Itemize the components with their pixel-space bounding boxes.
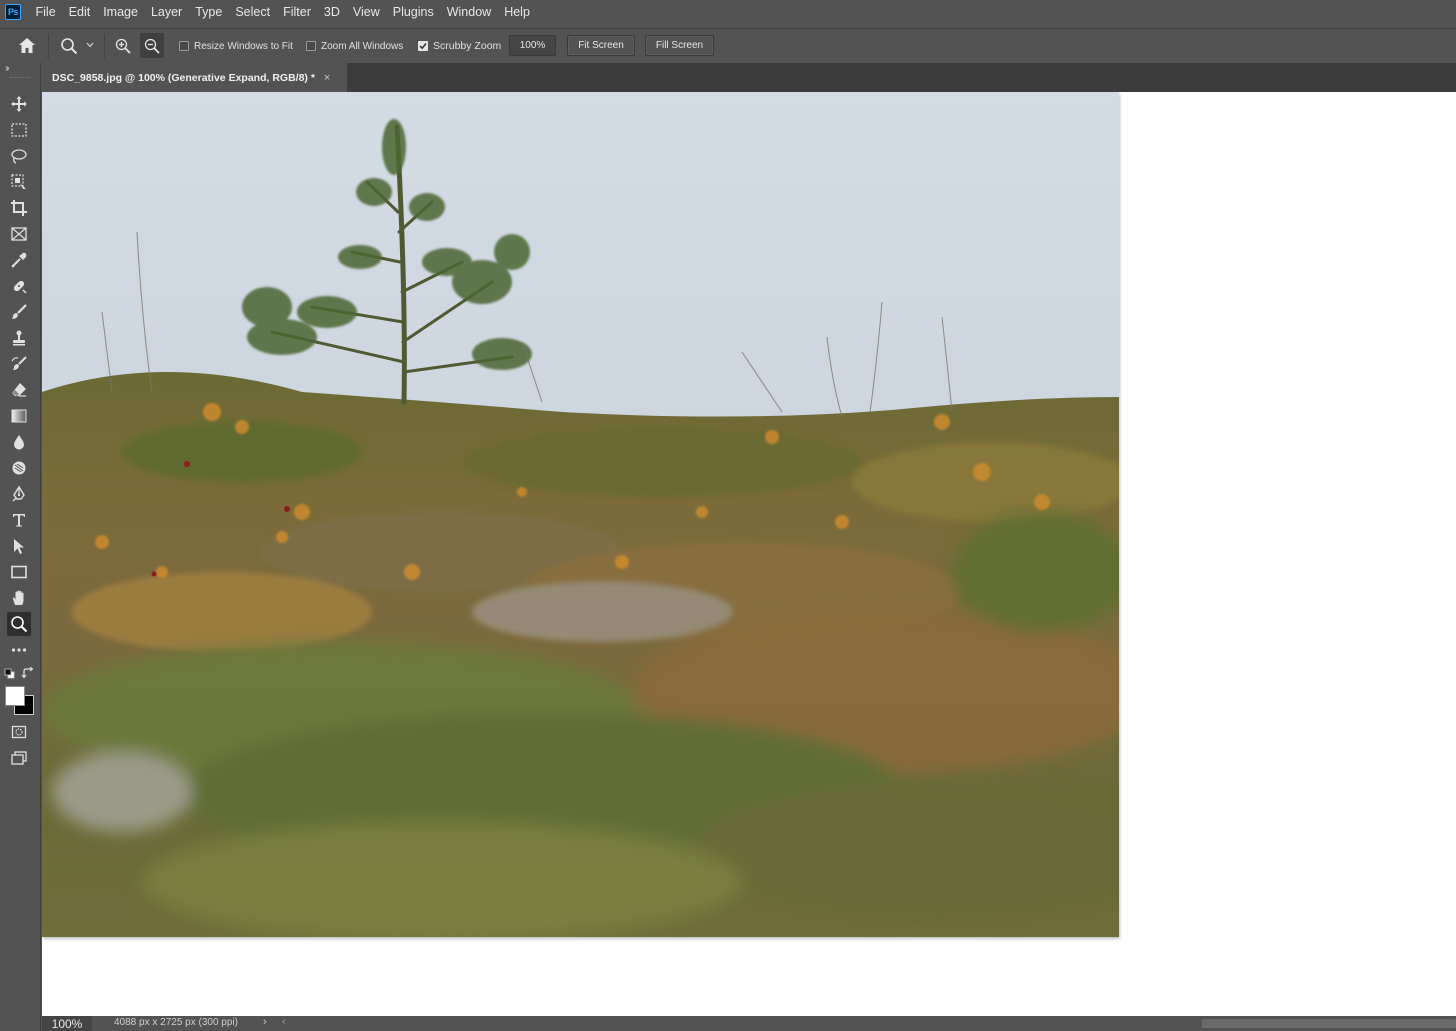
- horizontal-scrollbar[interactable]: [1202, 1019, 1456, 1028]
- swap-colors-icon[interactable]: [21, 666, 34, 682]
- divider: [104, 34, 105, 58]
- zoom-tool-preset-icon[interactable]: [60, 37, 78, 55]
- menu-layer[interactable]: Layer: [144, 0, 188, 24]
- zoom-icon[interactable]: [7, 612, 31, 636]
- quick-mask-icon[interactable]: [7, 720, 31, 744]
- fill-screen-button[interactable]: Fill Screen: [645, 35, 714, 56]
- zoom-all-windows-label: Zoom All Windows: [321, 40, 404, 52]
- fit-screen-button[interactable]: Fit Screen: [567, 35, 635, 56]
- checkmark-icon: [419, 43, 427, 50]
- crop-icon[interactable]: [7, 196, 31, 220]
- screen-mode-icon[interactable]: [7, 746, 31, 770]
- hand-icon[interactable]: [7, 586, 31, 610]
- checkbox-checked[interactable]: [418, 41, 428, 51]
- checkbox-box[interactable]: [179, 41, 189, 51]
- scrubby-zoom-label: Scrubby Zoom: [433, 40, 502, 52]
- dodge-icon[interactable]: [7, 456, 31, 480]
- resize-windows-checkbox[interactable]: Resize Windows to Fit: [179, 40, 293, 52]
- document-tab-bar: DSC_9858.jpg @ 100% (Generative Expand, …: [42, 63, 1456, 92]
- zoom-percentage-field[interactable]: 100%: [509, 35, 556, 56]
- zoom-in-icon[interactable]: [113, 35, 133, 56]
- menu-window[interactable]: Window: [440, 0, 497, 24]
- document-tab[interactable]: DSC_9858.jpg @ 100% (Generative Expand, …: [42, 63, 347, 92]
- more-tools-icon[interactable]: [7, 638, 31, 662]
- menu-bar: Ps File Edit Image Layer Type Select Fil…: [0, 0, 1456, 24]
- pen-icon[interactable]: [7, 482, 31, 506]
- zoom-out-icon[interactable]: [140, 33, 164, 58]
- menu-view[interactable]: View: [346, 0, 386, 24]
- gradient-icon[interactable]: [7, 404, 31, 428]
- landscape-photo: [42, 92, 1119, 937]
- path-selection-icon[interactable]: [7, 534, 31, 558]
- history-brush-icon[interactable]: [7, 352, 31, 376]
- document-info: 4088 px x 2725 px (300 ppi): [114, 1017, 238, 1028]
- move-tool-icon[interactable]: [7, 92, 31, 116]
- menu-type[interactable]: Type: [189, 0, 229, 24]
- resize-windows-label: Resize Windows to Fit: [194, 40, 293, 52]
- rectangular-marquee-icon[interactable]: [7, 118, 31, 142]
- spot-healing-brush-icon[interactable]: [7, 274, 31, 298]
- eyedropper-icon[interactable]: [7, 248, 31, 272]
- chevron-down-icon[interactable]: [86, 42, 94, 48]
- menu-help[interactable]: Help: [498, 0, 537, 24]
- status-menu-arrow[interactable]: ›: [263, 1016, 267, 1028]
- home-icon[interactable]: [18, 37, 36, 54]
- menu-plugins[interactable]: Plugins: [386, 0, 440, 24]
- collapse-panel-icon[interactable]: ››: [5, 63, 9, 74]
- document-image[interactable]: [42, 92, 1119, 937]
- default-colors-icon[interactable]: [4, 668, 15, 682]
- type-icon[interactable]: [7, 508, 31, 532]
- checkbox-box[interactable]: [306, 41, 316, 51]
- menu-3d[interactable]: 3D: [317, 0, 346, 24]
- clone-stamp-icon[interactable]: [7, 326, 31, 350]
- divider: [48, 34, 49, 58]
- menu-select[interactable]: Select: [229, 0, 277, 24]
- foreground-color-swatch[interactable]: [5, 686, 25, 706]
- object-selection-icon[interactable]: [7, 170, 31, 194]
- photoshop-logo[interactable]: Ps: [5, 4, 21, 20]
- status-bar: 100% 4088 px x 2725 px (300 ppi) › ‹: [42, 1016, 1456, 1031]
- menu-edit[interactable]: Edit: [62, 0, 97, 24]
- frame-icon[interactable]: [7, 222, 31, 246]
- rectangle-icon[interactable]: [7, 560, 31, 584]
- brush-icon[interactable]: [7, 300, 31, 324]
- scrubby-zoom-checkbox[interactable]: Scrubby Zoom: [418, 40, 501, 52]
- panel-grip[interactable]: [10, 77, 30, 80]
- tools-panel: ››: [0, 63, 41, 1031]
- blur-icon[interactable]: [7, 430, 31, 454]
- scroll-left-arrow[interactable]: ‹: [282, 1016, 286, 1028]
- canvas-area[interactable]: [42, 92, 1456, 1016]
- close-icon[interactable]: ×: [324, 72, 330, 84]
- zoom-all-windows-checkbox[interactable]: Zoom All Windows: [306, 40, 403, 52]
- lasso-icon[interactable]: [7, 144, 31, 168]
- document-tab-title: DSC_9858.jpg @ 100% (Generative Expand, …: [52, 71, 315, 84]
- zoom-level-field[interactable]: 100%: [42, 1016, 92, 1031]
- eraser-icon[interactable]: [7, 378, 31, 402]
- options-bar: Resize Windows to Fit Zoom All Windows S…: [0, 28, 1456, 63]
- menu-file[interactable]: File: [29, 0, 62, 24]
- menu-filter[interactable]: Filter: [277, 0, 318, 24]
- menu-image[interactable]: Image: [97, 0, 145, 24]
